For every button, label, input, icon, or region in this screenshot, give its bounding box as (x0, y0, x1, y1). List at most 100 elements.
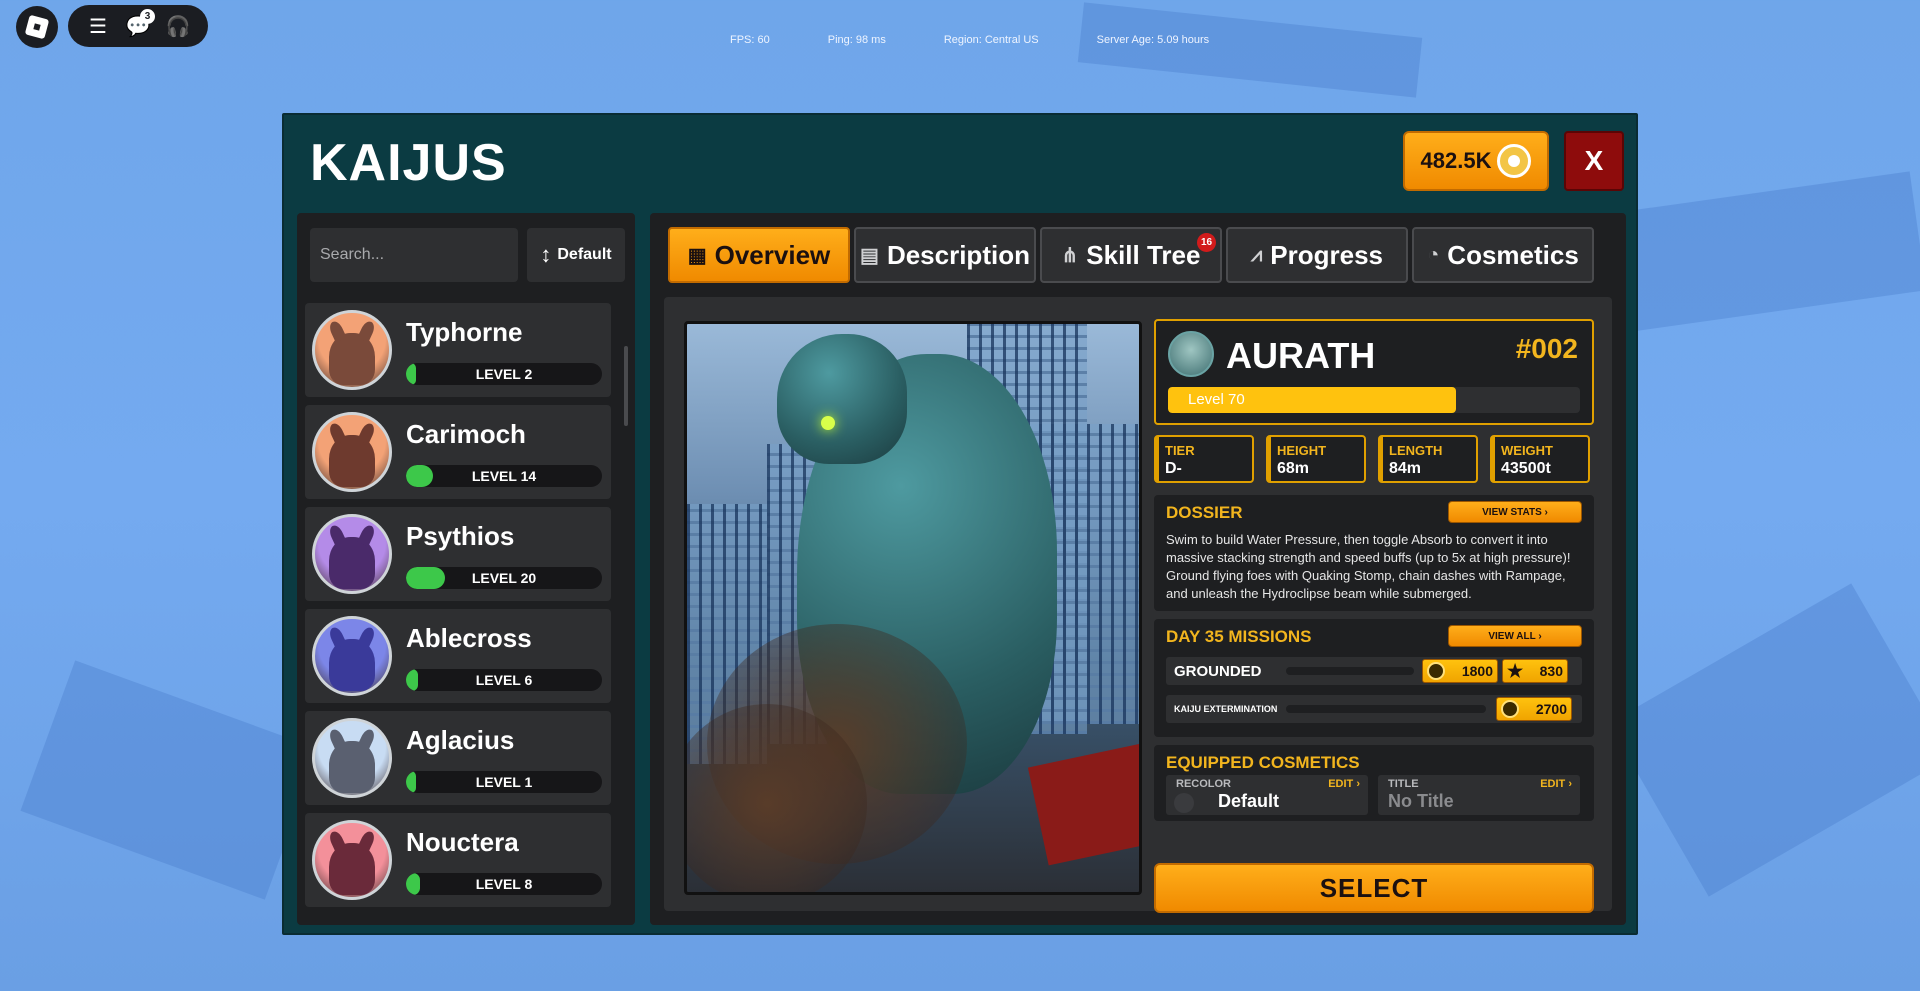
recolor-edit-link[interactable]: EDIT › (1328, 778, 1360, 790)
level-progress-bar: LEVEL 2 (406, 363, 602, 385)
kaiju-detail-panel: ▦ Overview ▤ Description ⋔ Skill Tree 16… (650, 213, 1626, 925)
document-icon: ▤ (860, 244, 879, 267)
recolor-value: Default (1218, 791, 1280, 811)
sort-button[interactable]: ↕ Default (527, 228, 625, 282)
sort-icon: ↕ (540, 242, 552, 267)
tab-cosmetics[interactable]: ◔ Cosmetics (1412, 227, 1594, 283)
kaiju-head-graphic (777, 334, 907, 464)
level-progress-bar: Level 70 (1168, 387, 1580, 413)
skill-tree-badge: 16 (1197, 233, 1216, 252)
select-button[interactable]: SELECT (1154, 863, 1594, 913)
kaiju-avatar (1168, 331, 1214, 377)
kaiju-avatar (312, 514, 392, 594)
missions-section: DAY 35 MISSIONS VIEW ALL › GROUNDED 1800… (1154, 619, 1594, 737)
section-title: EQUIPPED COSMETICS (1166, 753, 1360, 772)
kaiju-portrait-icon (329, 741, 375, 793)
kaiju-portrait-icon (329, 537, 375, 589)
list-item[interactable]: Ablecross LEVEL 6 (305, 609, 611, 703)
close-button[interactable]: X (1564, 131, 1624, 191)
stat-label: WEIGHT (1501, 443, 1553, 458)
reward-coins: 1800 (1461, 663, 1493, 679)
view-all-button[interactable]: VIEW ALL › (1448, 625, 1582, 647)
section-title: DOSSIER (1166, 503, 1243, 522)
mission-row: GROUNDED 1800 ★ 830 (1166, 657, 1582, 685)
detail-tabs: ▦ Overview ▤ Description ⋔ Skill Tree 16… (668, 227, 1598, 283)
kaiju-avatar (312, 412, 392, 492)
kaiju-portrait-icon (329, 435, 375, 487)
kaiju-name: Ablecross (406, 623, 532, 653)
coin-reward: 2700 (1496, 697, 1572, 721)
hamburger-menu-icon[interactable]: ☰ (85, 13, 111, 39)
coin-icon (1427, 662, 1445, 680)
stat-weight: WEIGHT 43500t (1490, 435, 1590, 483)
kaiju-portrait-icon (329, 843, 375, 895)
title-edit-link[interactable]: EDIT › (1540, 778, 1572, 790)
cosmetics-section: EQUIPPED COSMETICS RECOLOR EDIT › Defaul… (1154, 745, 1594, 821)
kaiju-portrait-icon (329, 333, 375, 385)
fps-stat: FPS: 60 (730, 34, 770, 46)
kaiju-name: AURATH (1226, 335, 1376, 376)
stat-tier: TIER D- (1154, 435, 1254, 483)
kaiju-name: Carimoch (406, 419, 526, 449)
list-item[interactable]: Carimoch LEVEL 14 (305, 405, 611, 499)
kaiju-avatar (312, 820, 392, 900)
kaiju-level: LEVEL 1 (475, 774, 533, 790)
coin-amount: 482.5K (1420, 148, 1492, 173)
stat-value: 84m (1389, 460, 1422, 477)
ping-stat: Ping: 98 ms (827, 34, 886, 46)
tab-skill-tree[interactable]: ⋔ Skill Tree 16 (1040, 227, 1222, 283)
list-scrollbar[interactable] (624, 346, 628, 426)
headset-icon[interactable]: 🎧 (165, 13, 191, 39)
region-stat: Region: Central US (943, 34, 1039, 46)
kaiju-name: Typhorne (406, 317, 523, 347)
coin-balance[interactable]: 482.5K (1403, 131, 1549, 191)
background-shape (1077, 2, 1423, 98)
mission-name: KAIJU EXTERMINATION (1174, 704, 1278, 714)
recolor-label: RECOLOR (1176, 778, 1231, 790)
tab-overview[interactable]: ▦ Overview (668, 227, 850, 283)
section-title: DAY 35 MISSIONS (1166, 627, 1312, 646)
roblox-topbar: ☰ 💬 3 🎧 (68, 5, 208, 47)
kaiju-eye-graphic (821, 416, 835, 430)
title-slot[interactable]: TITLE EDIT › No Title (1378, 775, 1580, 815)
mission-progress-bar (1286, 667, 1414, 675)
tab-label: Progress (1270, 239, 1383, 270)
mission-progress-bar (1286, 705, 1486, 713)
roblox-logo-icon (24, 14, 50, 40)
list-item[interactable]: Aglacius LEVEL 1 (305, 711, 611, 805)
background-shape (1608, 583, 1920, 897)
stat-length: LENGTH 84m (1378, 435, 1478, 483)
coin-icon (1497, 144, 1532, 178)
performance-stats: FPS: 60 Ping: 98 ms Region: Central US S… (730, 34, 1267, 46)
level-progress-bar: LEVEL 8 (406, 873, 602, 895)
view-stats-button[interactable]: VIEW STATS › (1448, 501, 1582, 523)
kaiju-avatar (312, 616, 392, 696)
tab-label: Cosmetics (1447, 239, 1579, 270)
recolor-slot[interactable]: RECOLOR EDIT › Default (1166, 775, 1368, 815)
search-input[interactable] (310, 228, 518, 282)
kaiju-level: LEVEL 14 (471, 468, 537, 484)
list-item[interactable]: Typhorne LEVEL 2 (305, 303, 611, 397)
coin-reward: 1800 (1422, 659, 1498, 683)
kaiju-list-panel: ↕ Default Typhorne LEVEL 2 Carimoch LEVE… (297, 213, 635, 925)
kaiju-avatar (312, 310, 392, 390)
chat-icon[interactable]: 💬 3 (125, 9, 155, 39)
background-shape (20, 660, 320, 900)
kaijus-panel: KAIJUS 482.5K X ↕ Default Typhorne LEVEL… (282, 113, 1638, 935)
kaiju-number: #002 (1515, 333, 1578, 364)
tab-label: Overview (714, 239, 831, 270)
dossier-section: DOSSIER VIEW STATS › Swim to build Water… (1154, 495, 1594, 611)
kaiju-level: LEVEL 2 (475, 366, 533, 382)
tab-description[interactable]: ▤ Description (854, 227, 1036, 283)
star-icon: ★ (1507, 661, 1524, 681)
list-item[interactable]: Nouctera LEVEL 8 (305, 813, 611, 907)
tab-progress[interactable]: ⩘ Progress (1226, 227, 1408, 283)
reward-coins: 2700 (1535, 701, 1567, 717)
panel-title: KAIJUS (310, 134, 507, 192)
recolor-swatch-icon (1174, 793, 1194, 813)
kaiju-artwork (684, 321, 1142, 895)
title-value: No Title (1388, 791, 1454, 811)
star-reward: ★ 830 (1502, 659, 1568, 683)
list-item[interactable]: Psythios LEVEL 20 (305, 507, 611, 601)
roblox-menu-button[interactable] (16, 6, 58, 48)
